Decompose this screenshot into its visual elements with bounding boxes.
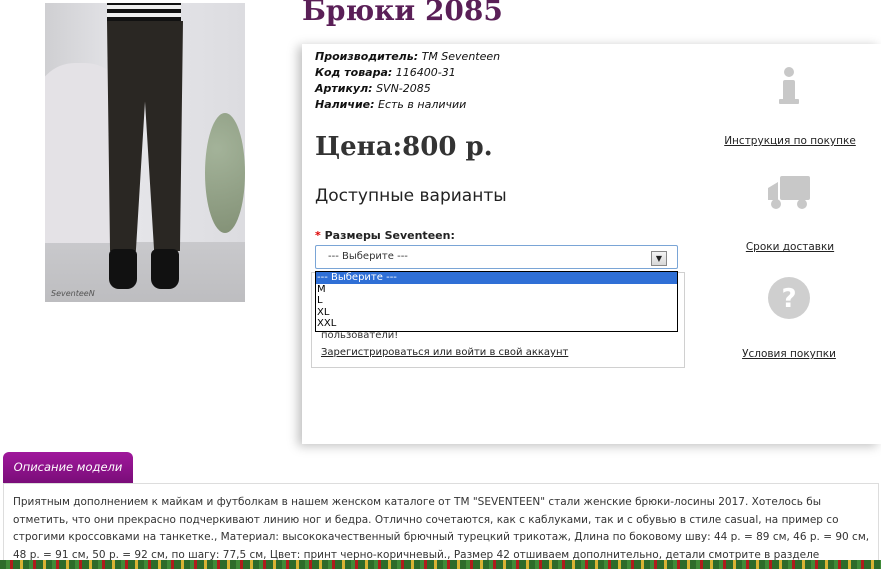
size-option-m[interactable]: M	[316, 284, 677, 296]
code-row: Код товара: 116400-31	[315, 65, 500, 81]
delivery-link[interactable]: Сроки доставки	[722, 241, 858, 253]
availability-row: Наличие: Есть в наличии	[315, 97, 500, 113]
instruction-link[interactable]: Инструкция по покупке	[722, 135, 858, 147]
product-info-panel: Производитель: TM Seventeen Код товара: …	[302, 44, 881, 444]
size-label-text: Размеры Seventeen:	[324, 229, 455, 242]
truck-icon[interactable]	[766, 172, 814, 212]
description-box: Приятным дополнением к майкам и футболка…	[3, 483, 879, 569]
info-icon[interactable]	[775, 66, 803, 106]
photo-signature: SeventeeN	[51, 289, 95, 298]
conditions-link[interactable]: Условия покупки	[720, 348, 858, 360]
size-label: * Размеры Seventeen:	[315, 229, 455, 242]
size-select-value: --- Выберите ---	[328, 251, 408, 262]
size-select[interactable]: --- Выберите --- ▼	[315, 245, 678, 269]
size-option-l[interactable]: L	[316, 295, 677, 307]
product-meta: Производитель: TM Seventeen Код товара: …	[315, 49, 500, 113]
required-mark: *	[315, 229, 321, 242]
sku-row: Артикул: SVN-2085	[315, 81, 500, 97]
availability-label: Наличие:	[315, 98, 375, 111]
decorative-garland	[0, 560, 881, 569]
photo-pants	[107, 21, 183, 251]
photo-shoe-left	[109, 249, 137, 289]
availability-value: Есть в наличии	[378, 98, 467, 111]
sku-label: Артикул:	[315, 82, 373, 95]
svg-text:?: ?	[781, 284, 796, 314]
page-title: Брюки 2085	[302, 0, 503, 27]
question-icon[interactable]: ?	[767, 276, 811, 320]
photo-top	[107, 3, 181, 21]
size-option-choose[interactable]: --- Выберите ---	[316, 272, 677, 284]
photo-plant	[205, 113, 245, 233]
manufacturer-label: Производитель:	[315, 50, 419, 63]
size-option-xl[interactable]: XL	[316, 307, 677, 319]
tab-description[interactable]: Описание модели	[3, 452, 133, 483]
register-link[interactable]: Зарегистрироваться или войти в свой акка…	[321, 347, 568, 358]
size-dropdown-list[interactable]: --- Выберите --- M L XL XXL	[315, 271, 678, 332]
sku-value: SVN-2085	[376, 82, 431, 95]
manufacturer-row: Производитель: TM Seventeen	[315, 49, 500, 65]
size-option-xxl[interactable]: XXL	[316, 318, 677, 330]
manufacturer-value: TM Seventeen	[421, 50, 501, 63]
code-value: 116400-31	[395, 66, 456, 79]
code-label: Код товара:	[315, 66, 393, 79]
chevron-down-icon[interactable]: ▼	[651, 251, 667, 266]
variants-heading: Доступные варианты	[315, 186, 507, 206]
product-photo[interactable]: SeventeeN	[45, 3, 245, 302]
product-price: Цена:800 р.	[315, 132, 493, 162]
description-text: Приятным дополнением к майкам и футболка…	[13, 496, 870, 561]
photo-shoe-right	[151, 249, 179, 289]
